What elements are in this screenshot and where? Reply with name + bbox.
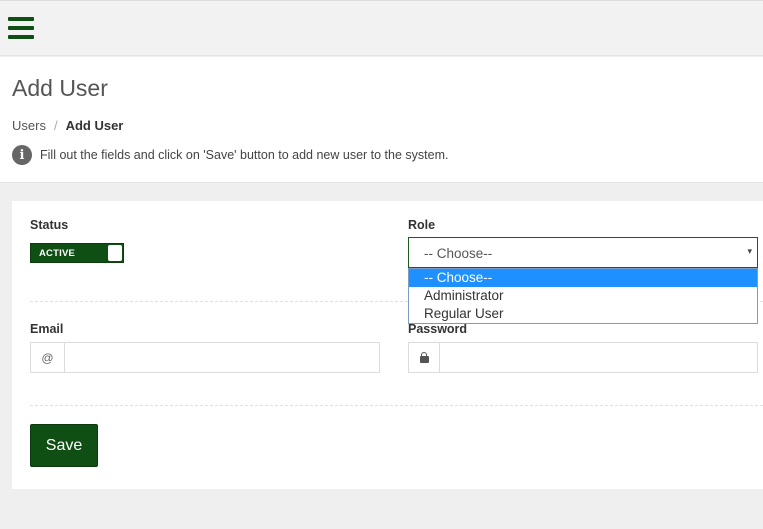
add-user-form-card: Status ACTIVE Role -- Choose-- ▾ Email @… [12,201,763,489]
page-title: Add User [12,75,108,101]
password-field[interactable] [440,343,757,372]
chevron-down-icon: ▾ [747,246,752,256]
role-option[interactable]: Administrator [409,287,757,305]
role-option[interactable]: Regular User [409,305,757,323]
password-input-group [408,342,758,373]
lock-icon [409,343,440,372]
role-label: Role [408,218,436,232]
top-bar [0,0,763,56]
role-dropdown-list: -- Choose-- Administrator Regular User [408,268,758,324]
save-button[interactable]: Save [30,424,98,467]
status-label: Status [30,218,69,232]
hamburger-menu-icon[interactable] [8,17,34,39]
role-select[interactable]: -- Choose-- ▾ [408,237,758,268]
breadcrumb-users-link[interactable]: Users [12,118,46,133]
breadcrumb-current: Add User [65,118,124,133]
email-label: Email [30,322,64,336]
page-header: Add User Users / Add User i Fill out the f… [0,57,763,183]
divider [30,405,763,406]
status-toggle[interactable]: ACTIVE [30,243,124,263]
toggle-knob [108,245,122,261]
at-sign-icon: @ [31,343,65,372]
info-message: i Fill out the fields and click on 'Save… [12,145,448,165]
role-select-value: -- Choose-- [424,246,493,261]
role-option[interactable]: -- Choose-- [409,269,757,287]
breadcrumb: Users / Add User [12,118,123,133]
email-input-group: @ [30,342,380,373]
password-label: Password [408,322,468,336]
status-toggle-text: ACTIVE [39,248,76,259]
breadcrumb-separator: / [53,118,58,133]
info-text: Fill out the fields and click on 'Save' … [40,148,449,162]
info-circle-icon: i [12,145,32,165]
email-field[interactable] [65,343,379,372]
